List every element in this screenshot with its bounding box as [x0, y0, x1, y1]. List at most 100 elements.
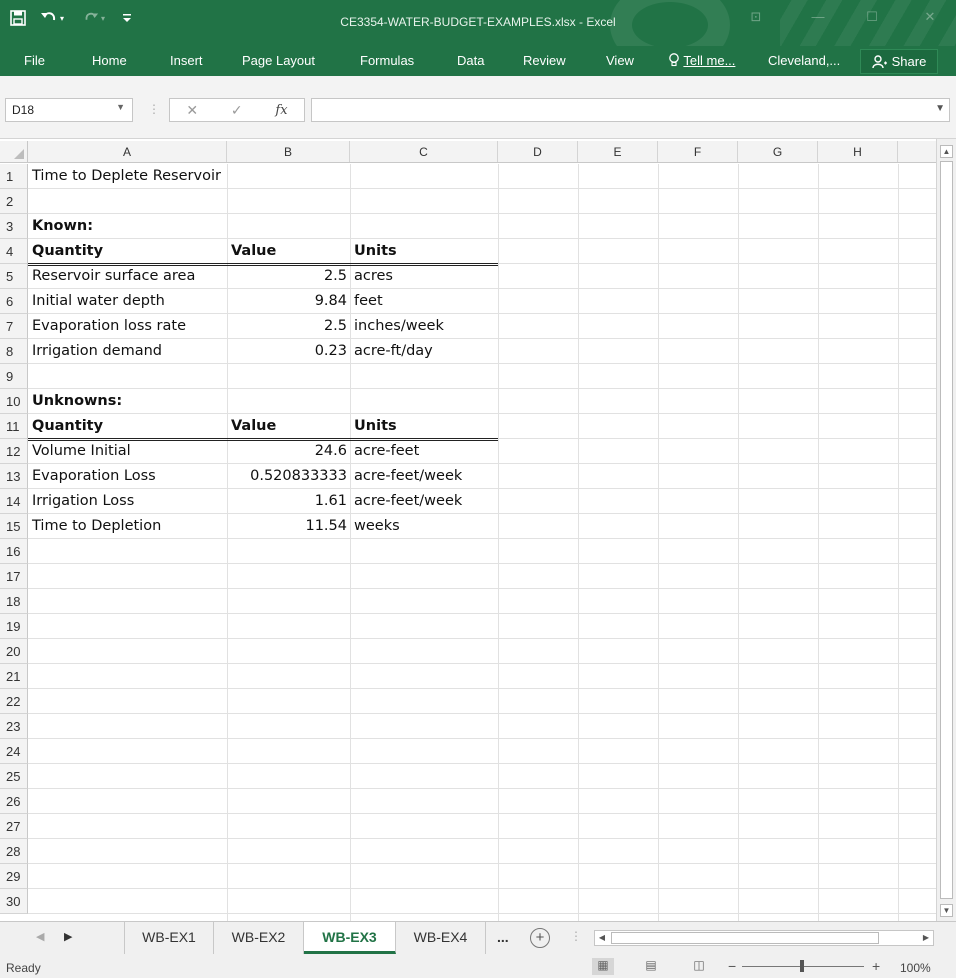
row-header-16[interactable]: 16 [0, 539, 28, 564]
page-break-view-icon[interactable]: ◫ [688, 958, 710, 975]
column-header-e[interactable]: E [578, 141, 658, 162]
sheet-prev-icon[interactable]: ◀ [36, 930, 44, 943]
row-header-21[interactable]: 21 [0, 664, 28, 689]
row-header-23[interactable]: 23 [0, 714, 28, 739]
row-header-29[interactable]: 29 [0, 864, 28, 889]
row-header-19[interactable]: 19 [0, 614, 28, 639]
row-header-7[interactable]: 7 [0, 314, 28, 339]
row-header-3[interactable]: 3 [0, 214, 28, 239]
column-header-a[interactable]: A [28, 141, 227, 162]
normal-view-icon[interactable]: ▦ [592, 958, 614, 975]
horizontal-scrollbar[interactable]: ◀ ▶ [594, 930, 934, 946]
formula-input[interactable]: ▼ [311, 98, 950, 122]
column-header-c[interactable]: C [350, 141, 498, 162]
cell-c6[interactable]: feet [354, 289, 383, 314]
tab-formulas[interactable]: Formulas [360, 53, 414, 68]
row-header-17[interactable]: 17 [0, 564, 28, 589]
cell-a10[interactable]: Unknowns: [32, 389, 122, 414]
insert-function-button[interactable]: fx [275, 103, 287, 118]
cell-a8[interactable]: Irrigation demand [32, 339, 162, 364]
scroll-left-icon[interactable]: ◀ [595, 931, 609, 945]
row-header-26[interactable]: 26 [0, 789, 28, 814]
name-box[interactable]: D18 ▼ [5, 98, 133, 122]
cell-b5[interactable]: 2.5 [227, 264, 347, 289]
row-header-2[interactable]: 2 [0, 189, 28, 214]
column-header-f[interactable]: F [658, 141, 738, 162]
cell-a15[interactable]: Time to Depletion [32, 514, 161, 539]
tab-splitter[interactable]: ⋮ [570, 929, 582, 943]
ribbon-display-options-icon[interactable]: ⊡ [746, 8, 766, 26]
tab-file[interactable]: File [24, 53, 45, 68]
cell-c14[interactable]: acre-feet/week [354, 489, 462, 514]
zoom-out-icon[interactable]: − [728, 958, 736, 974]
cell-c5[interactable]: acres [354, 264, 393, 289]
scroll-right-icon[interactable]: ▶ [919, 931, 933, 945]
cell-b14[interactable]: 1.61 [227, 489, 347, 514]
more-sheets-button[interactable]: ... [497, 929, 509, 945]
enter-icon[interactable]: ✓ [231, 102, 243, 119]
column-header-h[interactable]: H [818, 141, 898, 162]
row-header-18[interactable]: 18 [0, 589, 28, 614]
cell-c15[interactable]: weeks [354, 514, 400, 539]
cell-c4[interactable]: Units [354, 239, 397, 264]
row-header-1[interactable]: 1 [0, 164, 28, 189]
row-header-28[interactable]: 28 [0, 839, 28, 864]
cell-b6[interactable]: 9.84 [227, 289, 347, 314]
row-header-30[interactable]: 30 [0, 889, 28, 914]
cell-c8[interactable]: acre-ft/day [354, 339, 433, 364]
row-header-20[interactable]: 20 [0, 639, 28, 664]
tab-page-layout[interactable]: Page Layout [242, 53, 315, 68]
zoom-level[interactable]: 100% [900, 961, 931, 975]
tab-home[interactable]: Home [92, 53, 127, 68]
cell-b12[interactable]: 24.6 [227, 439, 347, 464]
sheet-next-icon[interactable]: ▶ [64, 930, 72, 943]
worksheet-grid[interactable]: ABCDEFGH 1 2 3 4 5 6 7 8 9 10 11 12 13 14 15 16 17 18 19 20… [0, 139, 936, 921]
row-header-12[interactable]: 12 [0, 439, 28, 464]
sheet-tab-wb-ex2[interactable]: WB-EX2 [214, 922, 304, 954]
cell-c12[interactable]: acre-feet [354, 439, 419, 464]
tab-insert[interactable]: Insert [170, 53, 203, 68]
cell-a11[interactable]: Quantity [32, 414, 103, 439]
formula-bar-splitter[interactable]: ⋮ [148, 102, 160, 116]
column-header-g[interactable]: G [738, 141, 818, 162]
cell-b11[interactable]: Value [231, 414, 276, 439]
new-sheet-icon[interactable]: + [530, 928, 550, 948]
select-all-button[interactable] [0, 141, 28, 162]
cell-a1[interactable]: Time to Deplete Reservoir [32, 164, 221, 189]
vertical-scrollbar[interactable]: ▲ ▼ [936, 139, 956, 921]
expand-formula-bar-icon[interactable]: ▼ [935, 103, 945, 114]
cell-c7[interactable]: inches/week [354, 314, 444, 339]
sheet-tab-wb-ex1[interactable]: WB-EX1 [124, 922, 214, 954]
cell-b4[interactable]: Value [231, 239, 276, 264]
row-header-15[interactable]: 15 [0, 514, 28, 539]
cell-a6[interactable]: Initial water depth [32, 289, 165, 314]
zoom-in-icon[interactable]: + [872, 958, 880, 974]
scrollbar-thumb[interactable] [940, 161, 953, 899]
tab-review[interactable]: Review [523, 53, 566, 68]
tab-data[interactable]: Data [457, 53, 484, 68]
sheet-tab-wb-ex4[interactable]: WB-EX4 [396, 922, 486, 954]
cancel-icon[interactable]: ✕ [186, 102, 198, 119]
cell-a4[interactable]: Quantity [32, 239, 103, 264]
row-header-10[interactable]: 10 [0, 389, 28, 414]
row-header-24[interactable]: 24 [0, 739, 28, 764]
cell-a12[interactable]: Volume Initial [32, 439, 131, 464]
account-name[interactable]: Cleveland,... [768, 53, 840, 68]
horizontal-scrollbar-thumb[interactable] [611, 932, 879, 944]
cell-b15[interactable]: 11.54 [227, 514, 347, 539]
cell-a14[interactable]: Irrigation Loss [32, 489, 134, 514]
cell-c11[interactable]: Units [354, 414, 397, 439]
cell-a3[interactable]: Known: [32, 214, 93, 239]
page-layout-view-icon[interactable]: ▤ [640, 958, 662, 975]
cell-b13[interactable]: 0.520833333 [227, 464, 347, 489]
row-header-22[interactable]: 22 [0, 689, 28, 714]
row-header-9[interactable]: 9 [0, 364, 28, 389]
row-header-5[interactable]: 5 [0, 264, 28, 289]
cell-b7[interactable]: 2.5 [227, 314, 347, 339]
chevron-down-icon[interactable]: ▼ [116, 102, 125, 112]
row-header-25[interactable]: 25 [0, 764, 28, 789]
cell-b8[interactable]: 0.23 [227, 339, 347, 364]
cell-a13[interactable]: Evaporation Loss [32, 464, 156, 489]
row-header-13[interactable]: 13 [0, 464, 28, 489]
row-header-6[interactable]: 6 [0, 289, 28, 314]
